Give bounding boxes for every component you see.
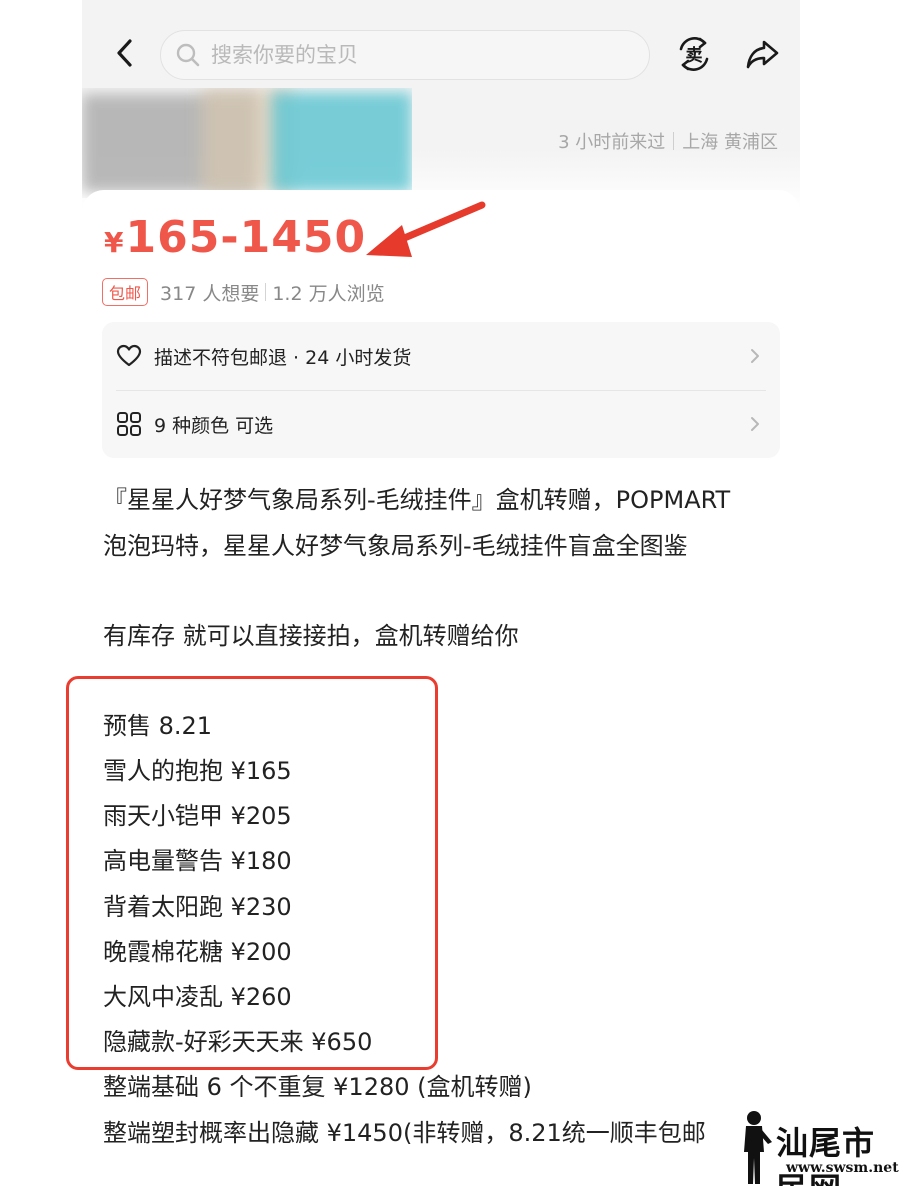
guarantee-row[interactable]: 描述不符包邮退 · 24 小时发货 bbox=[102, 322, 780, 390]
back-button[interactable] bbox=[108, 36, 142, 70]
share-icon bbox=[746, 40, 779, 69]
stock-note: 有库存 就可以直接接拍，盒机转赠给你 bbox=[103, 622, 519, 650]
views-count: 1.2 万人浏览 bbox=[272, 282, 385, 305]
blurred-seller-image bbox=[82, 88, 412, 198]
product-detail-page: 卖 3 小时前来过 上海 黄浦区 ¥ 165-1450 包邮 317 人想要 1… bbox=[0, 0, 904, 1186]
last-seen-text: 3 小时前来过 bbox=[558, 132, 666, 153]
seller-activity: 3 小时前来过 上海 黄浦区 bbox=[558, 128, 778, 154]
divider bbox=[673, 132, 675, 150]
description-line: 『星星人好梦气象局系列-毛绒挂件』盒机转赠，POPMART bbox=[103, 486, 731, 514]
svg-text:卖: 卖 bbox=[686, 45, 703, 66]
divider bbox=[265, 283, 267, 301]
price-value: 165-1450 bbox=[125, 212, 367, 263]
watermark-url: www.swsm.net bbox=[786, 1160, 899, 1176]
location-text: 上海 黄浦区 bbox=[682, 132, 778, 153]
service-info-card: 描述不符包邮退 · 24 小时发货 9 种颜色 可选 bbox=[102, 322, 780, 458]
wants-count: 317 人想要 bbox=[160, 282, 260, 305]
product-tags: 包邮 317 人想要 1.2 万人浏览 bbox=[102, 278, 385, 306]
grid-icon bbox=[116, 411, 142, 437]
chevron-right-icon bbox=[751, 349, 759, 363]
chevron-right-icon bbox=[751, 417, 759, 431]
bundle-line: 整端基础 6 个不重复 ¥1280 (盒机转赠) bbox=[103, 1073, 532, 1101]
sell-button[interactable]: 卖 bbox=[672, 32, 716, 76]
bundle-line: 整端塑封概率出隐藏 ¥1450(非转赠，8.21统一顺丰包邮 bbox=[103, 1119, 706, 1147]
search-icon bbox=[175, 42, 201, 68]
annotation-arrow-icon bbox=[366, 201, 486, 257]
price-range: ¥ 165-1450 bbox=[104, 212, 366, 263]
share-button[interactable] bbox=[740, 32, 784, 76]
search-bar[interactable] bbox=[160, 30, 650, 80]
price-currency: ¥ bbox=[104, 226, 124, 259]
free-shipping-badge: 包邮 bbox=[102, 278, 149, 306]
options-row[interactable]: 9 种颜色 可选 bbox=[102, 390, 780, 458]
description-line: 泡泡玛特，星星人好梦气象局系列-毛绒挂件盲盒全图鉴 bbox=[103, 532, 688, 560]
search-input[interactable] bbox=[211, 43, 611, 67]
back-arrow-icon bbox=[117, 39, 132, 67]
options-text: 9 种颜色 可选 bbox=[154, 414, 274, 437]
guarantee-text: 描述不符包邮退 · 24 小时发货 bbox=[154, 346, 412, 369]
sell-icon: 卖 bbox=[679, 37, 709, 71]
highlight-box bbox=[66, 676, 438, 1070]
heart-icon bbox=[116, 343, 142, 369]
